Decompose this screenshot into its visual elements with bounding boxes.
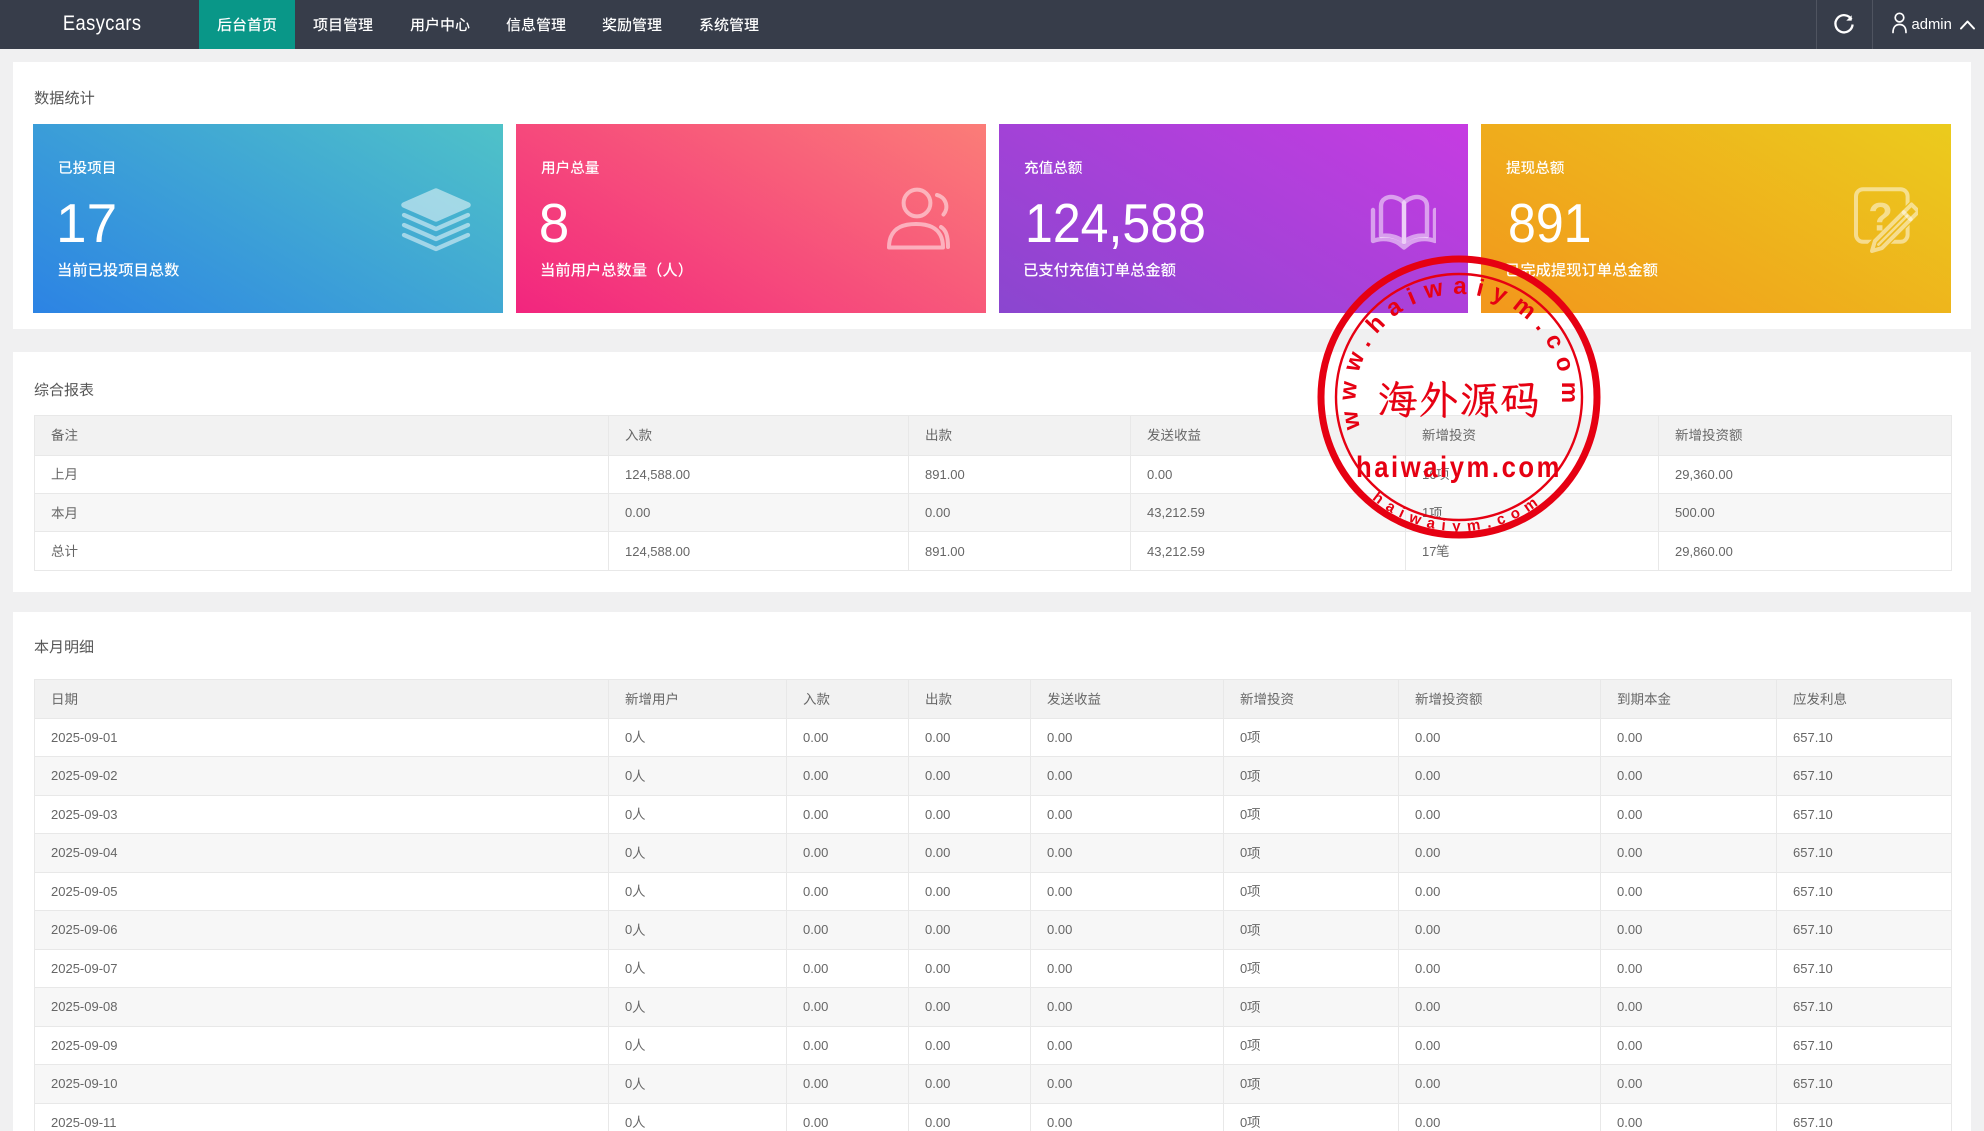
svg-text:?: ? bbox=[1868, 196, 1892, 240]
